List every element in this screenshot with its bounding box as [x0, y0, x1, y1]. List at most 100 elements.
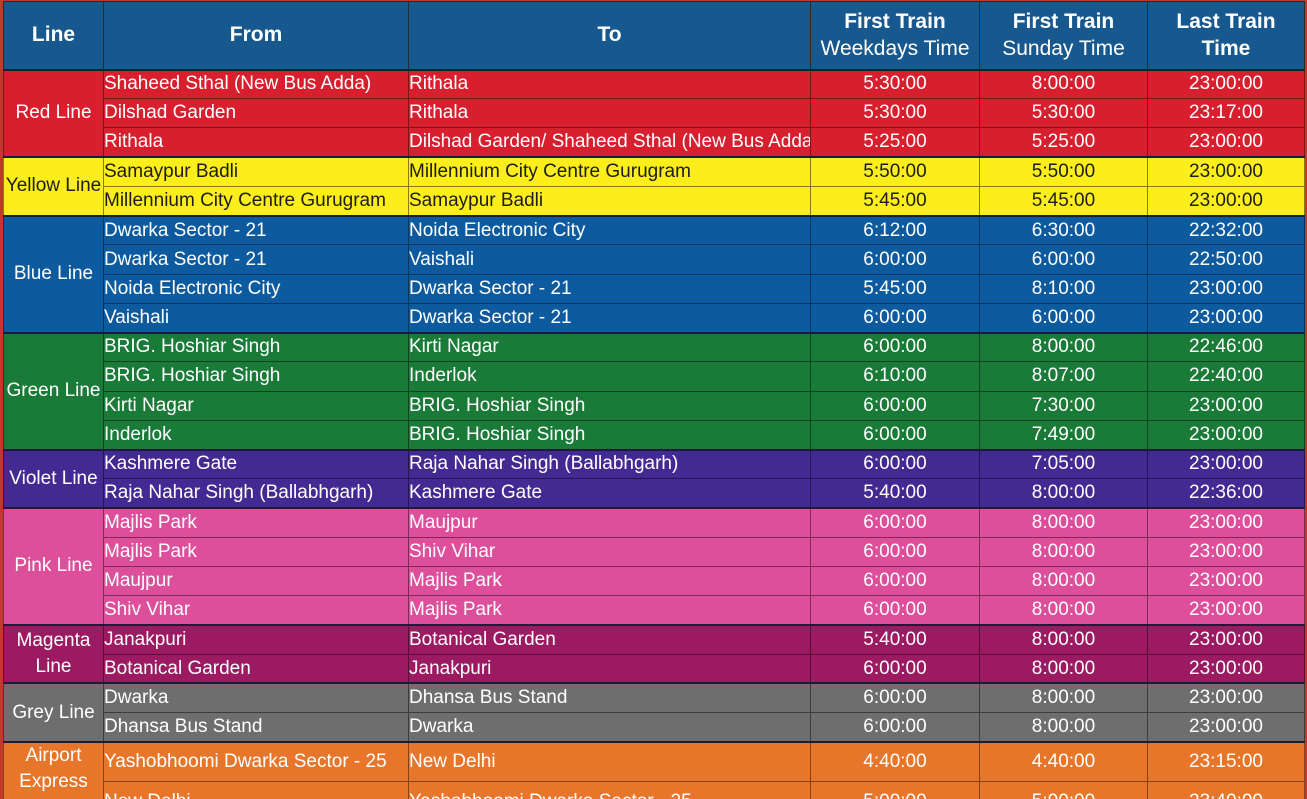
last-train-cell: 23:00:00 [1147, 185, 1305, 217]
column-header-first-train-weekdays-line2: Weekdays Time [820, 37, 970, 61]
line-name-cell-grey: Grey Line [3, 682, 104, 743]
first-train-weekday-cell: 6:00:00 [810, 682, 980, 714]
to-station-cell: Dhansa Bus Stand [408, 682, 811, 714]
first-train-sunday-cell: 7:05:00 [979, 448, 1148, 480]
from-station-cell: Janakpuri [103, 623, 409, 655]
first-train-weekday-cell: 5:40:00 [810, 623, 980, 655]
last-train-cell: 23:40:00 [1147, 781, 1305, 799]
first-train-sunday-cell: 5:25:00 [979, 127, 1148, 158]
table-header: Line From To First Train Weekdays Time F… [3, 1, 1305, 70]
first-train-weekday-cell: 6:00:00 [810, 565, 980, 597]
first-train-weekday-cell: 5:40:00 [810, 478, 980, 509]
from-station-cell: Vaishali [103, 302, 409, 334]
column-header-line-label: Line [31, 23, 76, 47]
line-name-cell-red: Red Line [3, 68, 104, 158]
line-name-cell-magenta: Magenta Line [3, 623, 104, 684]
table-row: Dhansa Bus Stand Dwarka 6:00:00 8:00:00 23:0… [4, 712, 1305, 743]
from-station-cell: Dilshad Garden [103, 98, 409, 129]
table-row: Inderlok BRIG. Hoshiar Singh 6:00:00 7:49:0… [4, 419, 1305, 451]
to-station-cell: Yashobhoomi Dwarka Sector - 25 [408, 781, 811, 799]
to-station-cell: Rithala [408, 98, 811, 129]
last-train-cell: 23:17:00 [1147, 98, 1305, 129]
first-train-sunday-cell: 8:00:00 [979, 507, 1148, 538]
column-header-last-train-line2: Time [1201, 37, 1251, 61]
first-train-weekday-cell: 5:25:00 [810, 127, 980, 158]
table-row: Shiv Vihar Majlis Park 6:00:00 8:00:00 23:00… [4, 595, 1305, 626]
to-station-cell: Kirti Nagar [408, 331, 811, 363]
from-station-cell: Shiv Vihar [103, 595, 409, 626]
last-train-cell: 23:00:00 [1147, 595, 1305, 626]
first-train-weekday-cell: 6:00:00 [810, 536, 980, 567]
column-header-first-train-weekdays-line1: First Train [844, 9, 946, 33]
first-train-weekday-cell: 6:00:00 [810, 302, 980, 334]
to-station-cell: BRIG. Hoshiar Singh [408, 390, 811, 421]
to-station-cell: Vaishali [408, 244, 811, 275]
line-name-cell-green: Green Line [3, 331, 104, 451]
column-header-first-train-weekdays: First Train Weekdays Time [810, 1, 980, 70]
from-station-cell: Rithala [103, 127, 409, 158]
table-body: Red Line Shaheed Sthal (New Bus Adda) Rith… [3, 68, 1305, 799]
table-row: Pink Line Majlis Park Maujpur 6:00:00 8:00:0… [3, 507, 1305, 626]
first-train-weekday-cell: 4:40:00 [810, 740, 980, 783]
first-train-weekday-cell: 5:00:00 [810, 781, 980, 799]
first-train-sunday-cell: 8:00:00 [979, 712, 1148, 743]
from-station-cell: Botanical Garden [103, 653, 409, 684]
from-station-cell: Dwarka [103, 682, 409, 714]
from-station-cell: Samaypur Badli [103, 156, 409, 187]
from-station-cell: Noida Electronic City [103, 273, 409, 304]
first-train-weekday-cell: 5:30:00 [810, 68, 980, 100]
first-train-weekday-cell: 5:45:00 [810, 185, 980, 217]
metro-timetable-page: Line From To First Train Weekdays Time F… [0, 0, 1307, 799]
from-station-cell: Majlis Park [103, 507, 409, 538]
column-header-to-label: To [597, 23, 622, 47]
table-row: Yellow Line Samaypur Badli Millennium City… [3, 156, 1305, 217]
column-header-first-train-sunday-line2: Sunday Time [1002, 37, 1125, 61]
first-train-weekday-cell: 6:00:00 [810, 419, 980, 451]
to-station-cell: New Delhi [408, 740, 811, 783]
last-train-cell: 23:00:00 [1147, 507, 1305, 538]
to-station-cell: Kashmere Gate [408, 478, 811, 509]
column-header-from-label: From [229, 23, 283, 47]
last-train-cell: 22:32:00 [1147, 214, 1305, 246]
table-row: Violet Line Kashmere Gate Raja Nahar Singh… [3, 448, 1305, 509]
from-station-cell: Dwarka Sector - 21 [103, 244, 409, 275]
first-train-weekday-cell: 5:45:00 [810, 273, 980, 304]
first-train-weekday-cell: 6:00:00 [810, 448, 980, 480]
last-train-cell: 23:15:00 [1147, 740, 1305, 783]
first-train-sunday-cell: 8:00:00 [979, 565, 1148, 597]
column-header-line: Line [3, 1, 104, 70]
first-train-weekday-cell: 5:50:00 [810, 156, 980, 187]
from-station-cell: Kirti Nagar [103, 390, 409, 421]
first-train-sunday-cell: 7:49:00 [979, 419, 1148, 451]
to-station-cell: Inderlok [408, 361, 811, 392]
from-station-cell: Dwarka Sector - 21 [103, 214, 409, 246]
from-station-cell: Shaheed Sthal (New Bus Adda) [103, 68, 409, 100]
last-train-cell: 22:50:00 [1147, 244, 1305, 275]
column-header-first-train-sunday-line1: First Train [1012, 9, 1115, 33]
column-header-to: To [408, 1, 811, 70]
table-row: Botanical Garden Janakpuri 6:00:00 8:00:00 2… [4, 653, 1305, 684]
last-train-cell: 23:00:00 [1147, 302, 1305, 334]
table-row: Millennium City Centre Gurugram Samaypur … [4, 185, 1305, 217]
table-row: Red Line Shaheed Sthal (New Bus Adda) Rith… [3, 68, 1305, 158]
last-train-cell: 23:00:00 [1147, 536, 1305, 567]
table-row: Airport Express LineYashobhoomi Dwarka S… [3, 740, 1305, 799]
table-row: Grey Line Dwarka Dhansa Bus Stand 6:00:00 8:… [3, 682, 1305, 743]
line-name-cell-violet: Violet Line [3, 448, 104, 509]
from-station-cell: Kashmere Gate [103, 448, 409, 480]
table-row: New DelhiYashobhoomi Dwarka Sector - 255… [4, 781, 1305, 799]
last-train-cell: 23:00:00 [1147, 273, 1305, 304]
table-row: Majlis Park Shiv Vihar 6:00:00 8:00:00 23:00… [4, 536, 1305, 567]
first-train-sunday-cell: 8:00:00 [979, 623, 1148, 655]
table-row: Noida Electronic City Dwarka Sector - 21 5… [4, 273, 1305, 304]
first-train-weekday-cell: 5:30:00 [810, 98, 980, 129]
to-station-cell: Dwarka Sector - 21 [408, 273, 811, 304]
first-train-weekday-cell: 6:10:00 [810, 361, 980, 392]
from-station-cell: Inderlok [103, 419, 409, 451]
column-header-last-train-line1: Last Train [1176, 9, 1276, 33]
first-train-sunday-cell: 8:00:00 [979, 331, 1148, 363]
last-train-cell: 23:00:00 [1147, 682, 1305, 714]
to-station-cell: BRIG. Hoshiar Singh [408, 419, 811, 451]
from-station-cell: Majlis Park [103, 536, 409, 567]
last-train-cell: 23:00:00 [1147, 419, 1305, 451]
